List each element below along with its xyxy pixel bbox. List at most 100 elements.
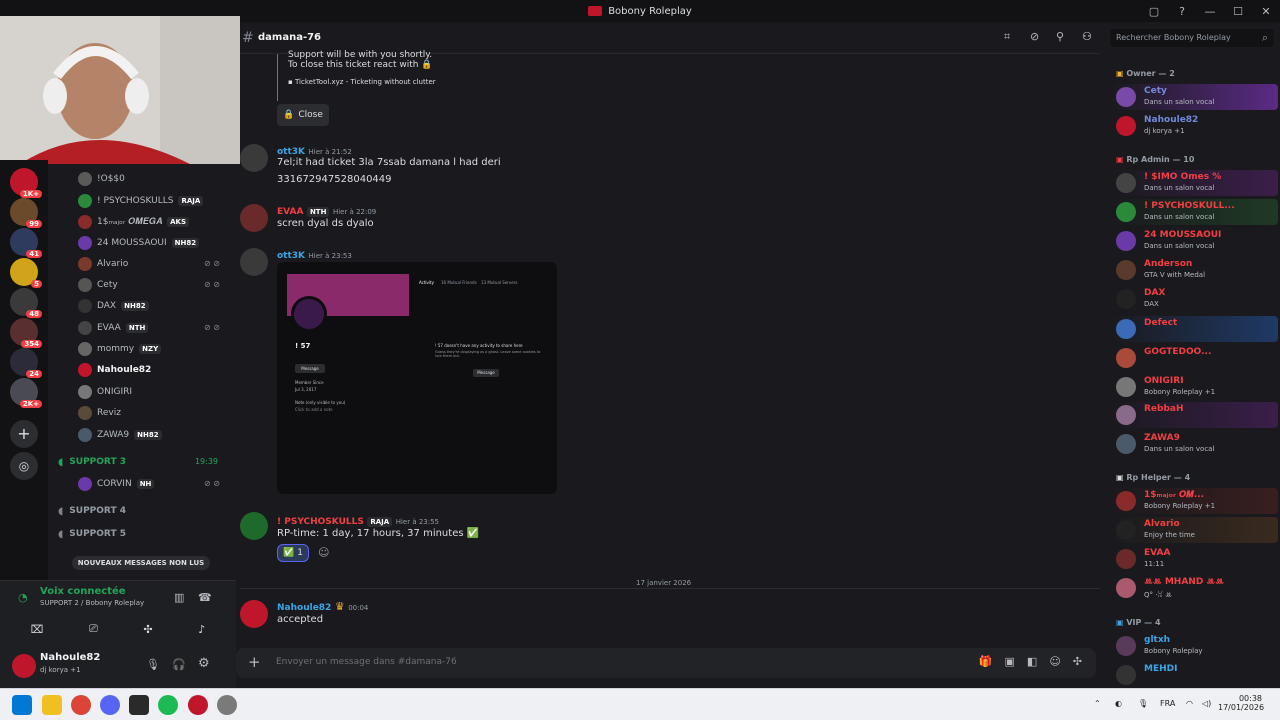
emoji-icon[interactable]: ☺ (1049, 655, 1060, 668)
microphone-icon[interactable]: 🎙 (1138, 699, 1148, 708)
message-author[interactable]: EVAA (277, 207, 303, 217)
voice-channel-support-5[interactable]: ◖ SUPPORT 5 (58, 524, 126, 544)
member-row[interactable]: ONIGIRI Bobony Roleplay +1 (1112, 374, 1278, 400)
app-icon[interactable] (188, 695, 208, 715)
member-row[interactable]: Anderson GTA V with Medal (1112, 257, 1278, 283)
app-icon[interactable] (129, 695, 149, 715)
wifi-icon[interactable]: ◠ (1186, 699, 1193, 708)
voice-user[interactable]: Cety (78, 275, 118, 295)
pin-icon[interactable]: ⚲ (1056, 30, 1064, 43)
member-row[interactable]: Cety Dans un salon vocal (1112, 84, 1278, 110)
notifications-off-icon[interactable]: ⊘ (1030, 30, 1039, 43)
voice-user[interactable]: ONIGIRI (78, 382, 132, 402)
spotify-icon[interactable] (158, 695, 178, 715)
server-icon[interactable]: 5 (10, 258, 42, 288)
member-row[interactable]: gltxh Bobony Roleplay (1112, 633, 1278, 659)
add-reaction-icon[interactable]: ☺ (318, 546, 329, 559)
search-box[interactable]: Rechercher Bobony Roleplay ⌕ (1110, 29, 1274, 47)
add-attachment-icon[interactable]: + (248, 653, 261, 671)
activities-icon[interactable]: ✣ (143, 623, 152, 636)
server-icon[interactable]: 24 (10, 348, 42, 378)
voice-user[interactable]: 24 MOUSSAOUI NH82 (78, 233, 200, 253)
unread-messages-pill[interactable]: NOUVEAUX MESSAGES NON LUS (72, 556, 210, 570)
image-attachment[interactable]: ! 57 Message Member Since Jul 3, 2017 No… (277, 262, 557, 494)
voice-user[interactable]: Nahoule82 (78, 360, 151, 380)
avatar[interactable] (240, 512, 268, 540)
message-author[interactable]: ott3K (277, 147, 305, 157)
clock[interactable]: 00:38 17/01/2026 (1218, 694, 1264, 712)
voice-channel-support-4[interactable]: ◖ SUPPORT 4 (58, 501, 126, 521)
noise-suppression-icon[interactable]: ▥ (174, 591, 184, 604)
settings-gear-icon[interactable]: ⚙ (198, 656, 210, 671)
voice-channel-name[interactable]: SUPPORT 2 / Bobony Roleplay (40, 599, 144, 607)
member-row[interactable]: RebbaH (1112, 402, 1278, 428)
member-row[interactable]: ! PSYCHOSKULL... Dans un salon vocal (1112, 199, 1278, 225)
avatar[interactable] (12, 654, 36, 678)
message-author[interactable]: Nahoule82 (277, 603, 331, 613)
discord-icon[interactable] (100, 695, 120, 715)
avatar[interactable] (240, 204, 268, 232)
gift-icon[interactable]: 🎁 (979, 655, 993, 668)
reaction-button[interactable]: ✅ 1 (277, 544, 309, 562)
voice-user[interactable]: CORVIN NH (78, 474, 155, 494)
voice-user[interactable]: DAX NH82 (78, 296, 149, 316)
server-icon[interactable]: 354 (10, 318, 42, 348)
voice-user[interactable]: EVAA NTH (78, 318, 149, 338)
member-row[interactable]: GOGTEDOO... (1112, 345, 1278, 371)
inbox-icon[interactable]: ▢ (1140, 5, 1168, 18)
avatar[interactable] (240, 600, 268, 628)
apps-icon[interactable]: ✣ (1073, 655, 1082, 668)
gif-icon[interactable]: ▣ (1005, 655, 1015, 668)
camera-off-icon[interactable]: ⌧ (31, 623, 44, 636)
member-row[interactable]: 1$ₘₐⱼₒᵣ 𝑶𝑴... Bobony Roleplay +1 (1112, 488, 1278, 514)
voice-user[interactable]: !O$$0 (78, 169, 125, 189)
threads-icon[interactable]: ⌗ (1004, 30, 1010, 44)
member-row[interactable]: EVAA 11:11 (1112, 546, 1278, 572)
server-icon[interactable]: 99 (10, 198, 42, 228)
member-list-icon[interactable]: ⚇ (1082, 30, 1092, 43)
member-row[interactable]: Nahoule82 dj korya +1 (1112, 113, 1278, 139)
avatar[interactable] (240, 144, 268, 172)
screen-share-icon[interactable]: ⎚ (89, 622, 98, 636)
message-input[interactable]: Envoyer un message dans #damana-76 (276, 657, 457, 667)
message-author[interactable]: ott3K (277, 251, 305, 261)
disconnect-icon[interactable]: ☎ (198, 591, 212, 604)
add-server-icon[interactable]: + (10, 420, 38, 448)
voice-user[interactable]: Reviz (78, 403, 121, 423)
discover-icon[interactable]: ◎ (10, 452, 38, 480)
voice-user[interactable]: ZAWA9 NH82 (78, 425, 162, 445)
search-input[interactable]: Rechercher Bobony Roleplay (1116, 33, 1231, 42)
help-icon[interactable]: ? (1168, 5, 1196, 18)
member-row[interactable]: Alvario Enjoy the time (1112, 517, 1278, 543)
close-ticket-button[interactable]: 🔒 Close (277, 104, 329, 126)
settings-icon[interactable] (217, 695, 237, 715)
file-explorer-icon[interactable] (42, 695, 62, 715)
close-button[interactable]: ✕ (1252, 5, 1280, 18)
chrome-icon[interactable] (71, 695, 91, 715)
maximize-button[interactable]: ☐ (1224, 5, 1252, 18)
voice-channel-support-3[interactable]: ◖ SUPPORT 3 (58, 452, 126, 472)
voice-status[interactable]: Voix connectée (40, 586, 126, 597)
voice-user[interactable]: mommy NZY (78, 339, 162, 359)
minimize-button[interactable]: — (1196, 5, 1224, 18)
chevron-up-icon[interactable]: ⌃ (1094, 699, 1101, 708)
voice-user[interactable]: Alvario (78, 254, 128, 274)
soundboard-icon[interactable]: ♪ (198, 623, 205, 636)
volume-icon[interactable]: ◁) (1202, 699, 1211, 708)
message-author[interactable]: ! PSYCHOSKULLS (277, 517, 364, 527)
member-row[interactable]: ꔛꔛ MHAND ꔛꔛ Q° ·ꈍ ꔛ (1112, 575, 1278, 601)
voice-user[interactable]: ! PSYCHOSKULLS RAJA (78, 191, 204, 211)
member-row[interactable]: MEHDI (1112, 662, 1278, 688)
member-row[interactable]: ZAWA9 Dans un salon vocal (1112, 431, 1278, 457)
member-row[interactable]: 24 MOUSSAOUI Dans un salon vocal (1112, 228, 1278, 254)
member-row[interactable]: DAX DAX (1112, 286, 1278, 312)
sticker-icon[interactable]: ◧ (1027, 655, 1037, 668)
microphone-icon[interactable]: 🎙 (146, 658, 160, 671)
member-row[interactable]: ! $IMO Omes % Dans un salon vocal (1112, 170, 1278, 196)
server-icon[interactable]: 41 (10, 228, 42, 258)
windows-start-icon[interactable] (12, 695, 32, 715)
network-icon[interactable]: ◐ (1115, 699, 1122, 708)
voice-user[interactable]: 1$ₘₐⱼₒᵣ 𝑶𝑴𝑬𝑮𝑨 AKS (78, 212, 190, 232)
member-row[interactable]: Defect (1112, 316, 1278, 342)
server-icon[interactable]: 2K+ (10, 378, 42, 408)
